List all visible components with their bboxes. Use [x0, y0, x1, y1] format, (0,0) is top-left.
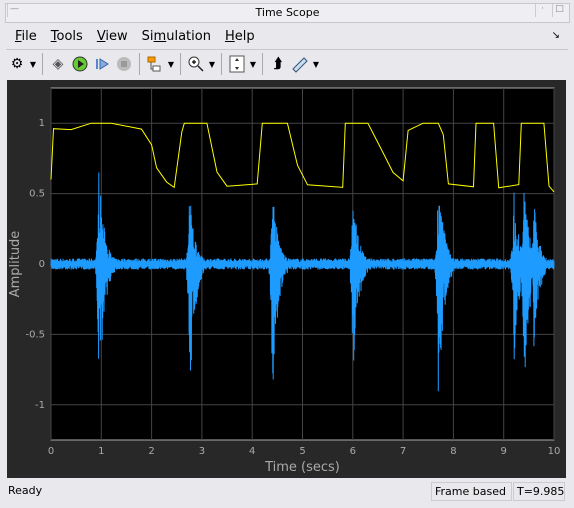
run-icon[interactable] [69, 53, 91, 75]
maximize-button[interactable]: □ [552, 4, 566, 17]
menu-item[interactable]: Simulation [135, 26, 218, 48]
x-tick-label: 8 [450, 446, 456, 457]
zoom-in-icon[interactable] [185, 53, 207, 75]
menu-bar: File Tools View Simulation Help [8, 26, 262, 48]
chevron-down-icon[interactable]: ▼ [207, 60, 217, 69]
menu-item[interactable]: View [90, 26, 135, 48]
x-tick-label: 1 [98, 446, 104, 457]
divider [262, 53, 263, 75]
y-tick-label: -0.5 [25, 329, 45, 340]
divider [139, 53, 140, 75]
toolbar: ⚙ ▼ ◈ ▼ ▼ ▼ ⮭ ▼ [6, 52, 321, 76]
divider [6, 49, 568, 50]
settings-icon[interactable]: ⚙ [6, 53, 28, 75]
x-axis-label: Time (secs) [264, 460, 340, 475]
y-tick-label: 0 [39, 259, 45, 270]
divider [180, 53, 181, 75]
window-title: Time Scope [255, 6, 320, 19]
scale-axes-icon[interactable] [226, 53, 248, 75]
bring-to-front-icon[interactable]: ⮭ [267, 53, 289, 75]
menu-item[interactable]: Tools [44, 26, 90, 48]
menu-item[interactable]: Help [218, 26, 262, 48]
x-tick-label: 10 [548, 446, 561, 457]
highlight-simulink-icon[interactable]: ◈ [47, 53, 69, 75]
step-forward-icon[interactable] [91, 53, 113, 75]
x-tick-label: 3 [199, 446, 205, 457]
stop-icon[interactable] [113, 53, 135, 75]
chevron-down-icon[interactable]: ▼ [28, 60, 38, 69]
minimize-button[interactable]: · [535, 4, 549, 17]
signal-selection-icon[interactable] [144, 53, 166, 75]
simulation-time: T=9.985 [513, 482, 565, 501]
title-bar: Time Scope [5, 3, 570, 23]
measurements-icon[interactable] [289, 53, 311, 75]
x-tick-label: 2 [148, 446, 154, 457]
divider [221, 53, 222, 75]
y-tick-label: 0.5 [29, 189, 45, 200]
y-tick-label: 1 [39, 118, 45, 129]
divider [42, 53, 43, 75]
chevron-down-icon[interactable]: ▼ [248, 60, 258, 69]
menu-item[interactable]: File [8, 26, 44, 48]
plot-svg[interactable]: 0 1 2 3 4 5 6 7 8 9 10 1 0.5 0 -0.5 -1 Time (secs) Amplit… [7, 80, 566, 478]
chevron-down-icon[interactable]: ▼ [311, 60, 321, 69]
x-tick-label: 7 [400, 446, 406, 457]
x-tick-label: 0 [48, 446, 54, 457]
chevron-down-icon[interactable]: ▼ [166, 60, 176, 69]
x-tick-label: 5 [299, 446, 305, 457]
y-axis-label: Amplitude [8, 231, 23, 298]
status-bar: Ready Frame based T=9.985 [6, 481, 568, 501]
x-tick-label: 9 [501, 446, 507, 457]
dock-arrow-icon[interactable]: ↘ [552, 30, 560, 41]
scope-display: 0 1 2 3 4 5 6 7 8 9 10 1 0.5 0 -0.5 -1 Time (secs) Amplit… [7, 80, 566, 478]
window-menu-button[interactable]: — [7, 4, 21, 17]
status-text: Ready [8, 484, 43, 497]
x-tick-label: 4 [249, 446, 255, 457]
processing-mode: Frame based [431, 482, 512, 501]
x-tick-label: 6 [350, 446, 356, 457]
y-tick-label: -1 [35, 400, 45, 411]
